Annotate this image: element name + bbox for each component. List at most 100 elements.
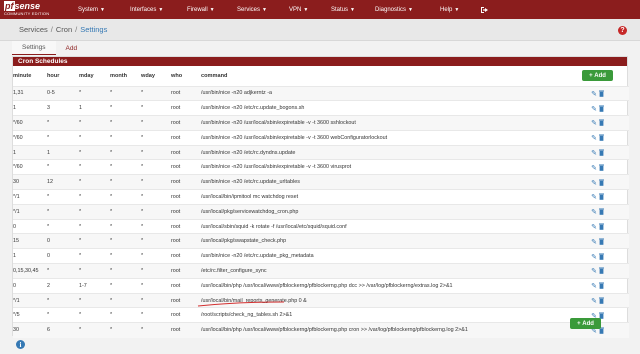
menu-system[interactable]: System ▼ [78,0,105,19]
handwritten-underline [197,301,285,307]
breadcrumb-cron[interactable]: Cron [56,25,72,34]
col-mday: mday [79,72,94,79]
cell-hour: * [47,134,50,141]
pencil-icon[interactable]: ✎ [591,268,597,275]
cell-hour: 12 [47,179,53,186]
trash-icon[interactable] [598,164,604,171]
pencil-icon[interactable]: ✎ [591,106,597,113]
menu-status[interactable]: Status ▼ [331,0,355,19]
col-minute: minute [13,72,32,79]
cell-mday: * [79,297,82,304]
breadcrumb-settings[interactable]: Settings [80,25,107,34]
cell-command: /usr/local/bin/ipmitool mc watchdog rese… [201,193,299,200]
col-command: command [201,72,228,79]
tab-settings[interactable]: Settings [12,41,56,55]
breadcrumb-services[interactable]: Services [19,25,48,34]
pencil-icon[interactable]: ✎ [591,165,597,172]
cell-who: root [171,253,181,260]
cell-who: root [171,193,181,200]
pencil-icon[interactable]: ✎ [591,180,597,187]
row-actions: ✎ [566,264,629,279]
caret-down-icon: ▼ [209,6,215,13]
trash-icon[interactable] [598,179,604,186]
cell-hour: 1 [47,149,50,156]
menu-vpn[interactable]: VPN ▼ [289,0,308,19]
table-row: */1 * * * * root/usr/local/bin/ipmitool mc wa… [13,189,629,205]
cell-month: * [110,297,113,304]
cell-minute: */1 [13,193,20,200]
trash-icon[interactable] [598,238,604,245]
cell-who: root [171,238,181,245]
cell-month: * [110,282,113,289]
trash-icon[interactable] [598,208,604,216]
cell-mday: * [79,90,82,97]
bottom-bar: + Add [12,316,628,334]
pencil-icon[interactable]: ✎ [591,91,597,98]
cell-minute: */1 [13,297,20,304]
help-icon[interactable]: ? [618,26,627,35]
caret-down-icon: ▼ [158,6,164,13]
cell-minute: 1 [13,105,16,112]
cell-mday: * [79,193,82,200]
pencil-icon[interactable]: ✎ [591,224,597,231]
trash-icon[interactable] [598,282,604,290]
trash-icon[interactable] [598,297,604,304]
add-button-bottom[interactable]: + Add [570,318,601,329]
cell-wday: * [141,297,144,304]
table-row: 1 1 * * * root/usr/bin/nice -n20 /etc/rc.dynd… [13,145,629,160]
cell-minute: 15 [13,238,19,245]
table-row: */1 * * * * root/usr/local/pkg/servicewatchdo… [13,204,629,220]
cell-mday: * [79,223,82,230]
trash-icon[interactable] [598,253,604,260]
row-actions: ✎ [566,160,629,175]
info-icon[interactable]: i [16,340,25,349]
pencil-icon[interactable]: ✎ [591,298,597,305]
trash-icon[interactable] [598,90,604,97]
row-actions: ✎ [566,204,629,219]
pencil-icon[interactable]: ✎ [591,135,597,142]
table-body: 1,31 0-5 * * * root/usr/bin/nice -n20 adjkern… [13,86,629,338]
pencil-icon[interactable]: ✎ [591,283,597,290]
pencil-icon[interactable]: ✎ [591,150,597,157]
cell-month: * [110,238,113,245]
menu-diagnostics[interactable]: Diagnostics ▼ [375,0,413,19]
add-button-top[interactable]: + Add [582,70,613,82]
menu-help[interactable]: Help ▼ [440,0,459,19]
table-row: 0 * * * * root/usr/local/sbin/squid -k rotate… [13,219,629,234]
col-wday: wday [141,72,155,79]
cell-who: root [171,282,181,289]
pencil-icon[interactable]: ✎ [591,120,597,127]
trash-icon[interactable] [598,267,604,275]
cell-hour: * [47,223,50,230]
row-actions: ✎ [566,86,629,101]
cell-who: root [171,90,181,97]
cell-hour: * [47,297,50,304]
cell-mday: * [79,208,82,215]
cell-who: root [171,119,181,126]
menu-interfaces[interactable]: Interfaces ▼ [130,0,163,19]
cell-minute: */1 [13,208,20,215]
pencil-icon[interactable]: ✎ [591,254,597,261]
tab-bar: Settings Add [12,41,628,55]
pencil-icon[interactable]: ✎ [591,209,597,216]
cron-table: minute hour mday month wday who command … [13,66,629,338]
pencil-icon[interactable]: ✎ [591,239,597,246]
cell-hour: 0 [47,253,50,260]
trash-icon[interactable] [598,134,604,142]
cell-mday: 1 [79,105,82,112]
pencil-icon[interactable]: ✎ [591,194,597,201]
cell-month: * [110,179,113,186]
trash-icon[interactable] [598,119,604,127]
cell-who: root [171,223,181,230]
cell-who: root [171,105,181,112]
tab-add[interactable]: Add [56,41,88,55]
menu-services[interactable]: Services ▼ [237,0,267,19]
trash-icon[interactable] [598,223,604,230]
cell-minute: */60 [13,134,23,141]
trash-icon[interactable] [598,193,604,201]
logout-icon[interactable] [480,0,489,19]
trash-icon[interactable] [598,149,604,156]
trash-icon[interactable] [598,105,604,112]
menu-firewall[interactable]: Firewall ▼ [187,0,215,19]
table-row: 0,15,30,45 * * * * root/etc/rc.filter_configu… [13,263,629,279]
